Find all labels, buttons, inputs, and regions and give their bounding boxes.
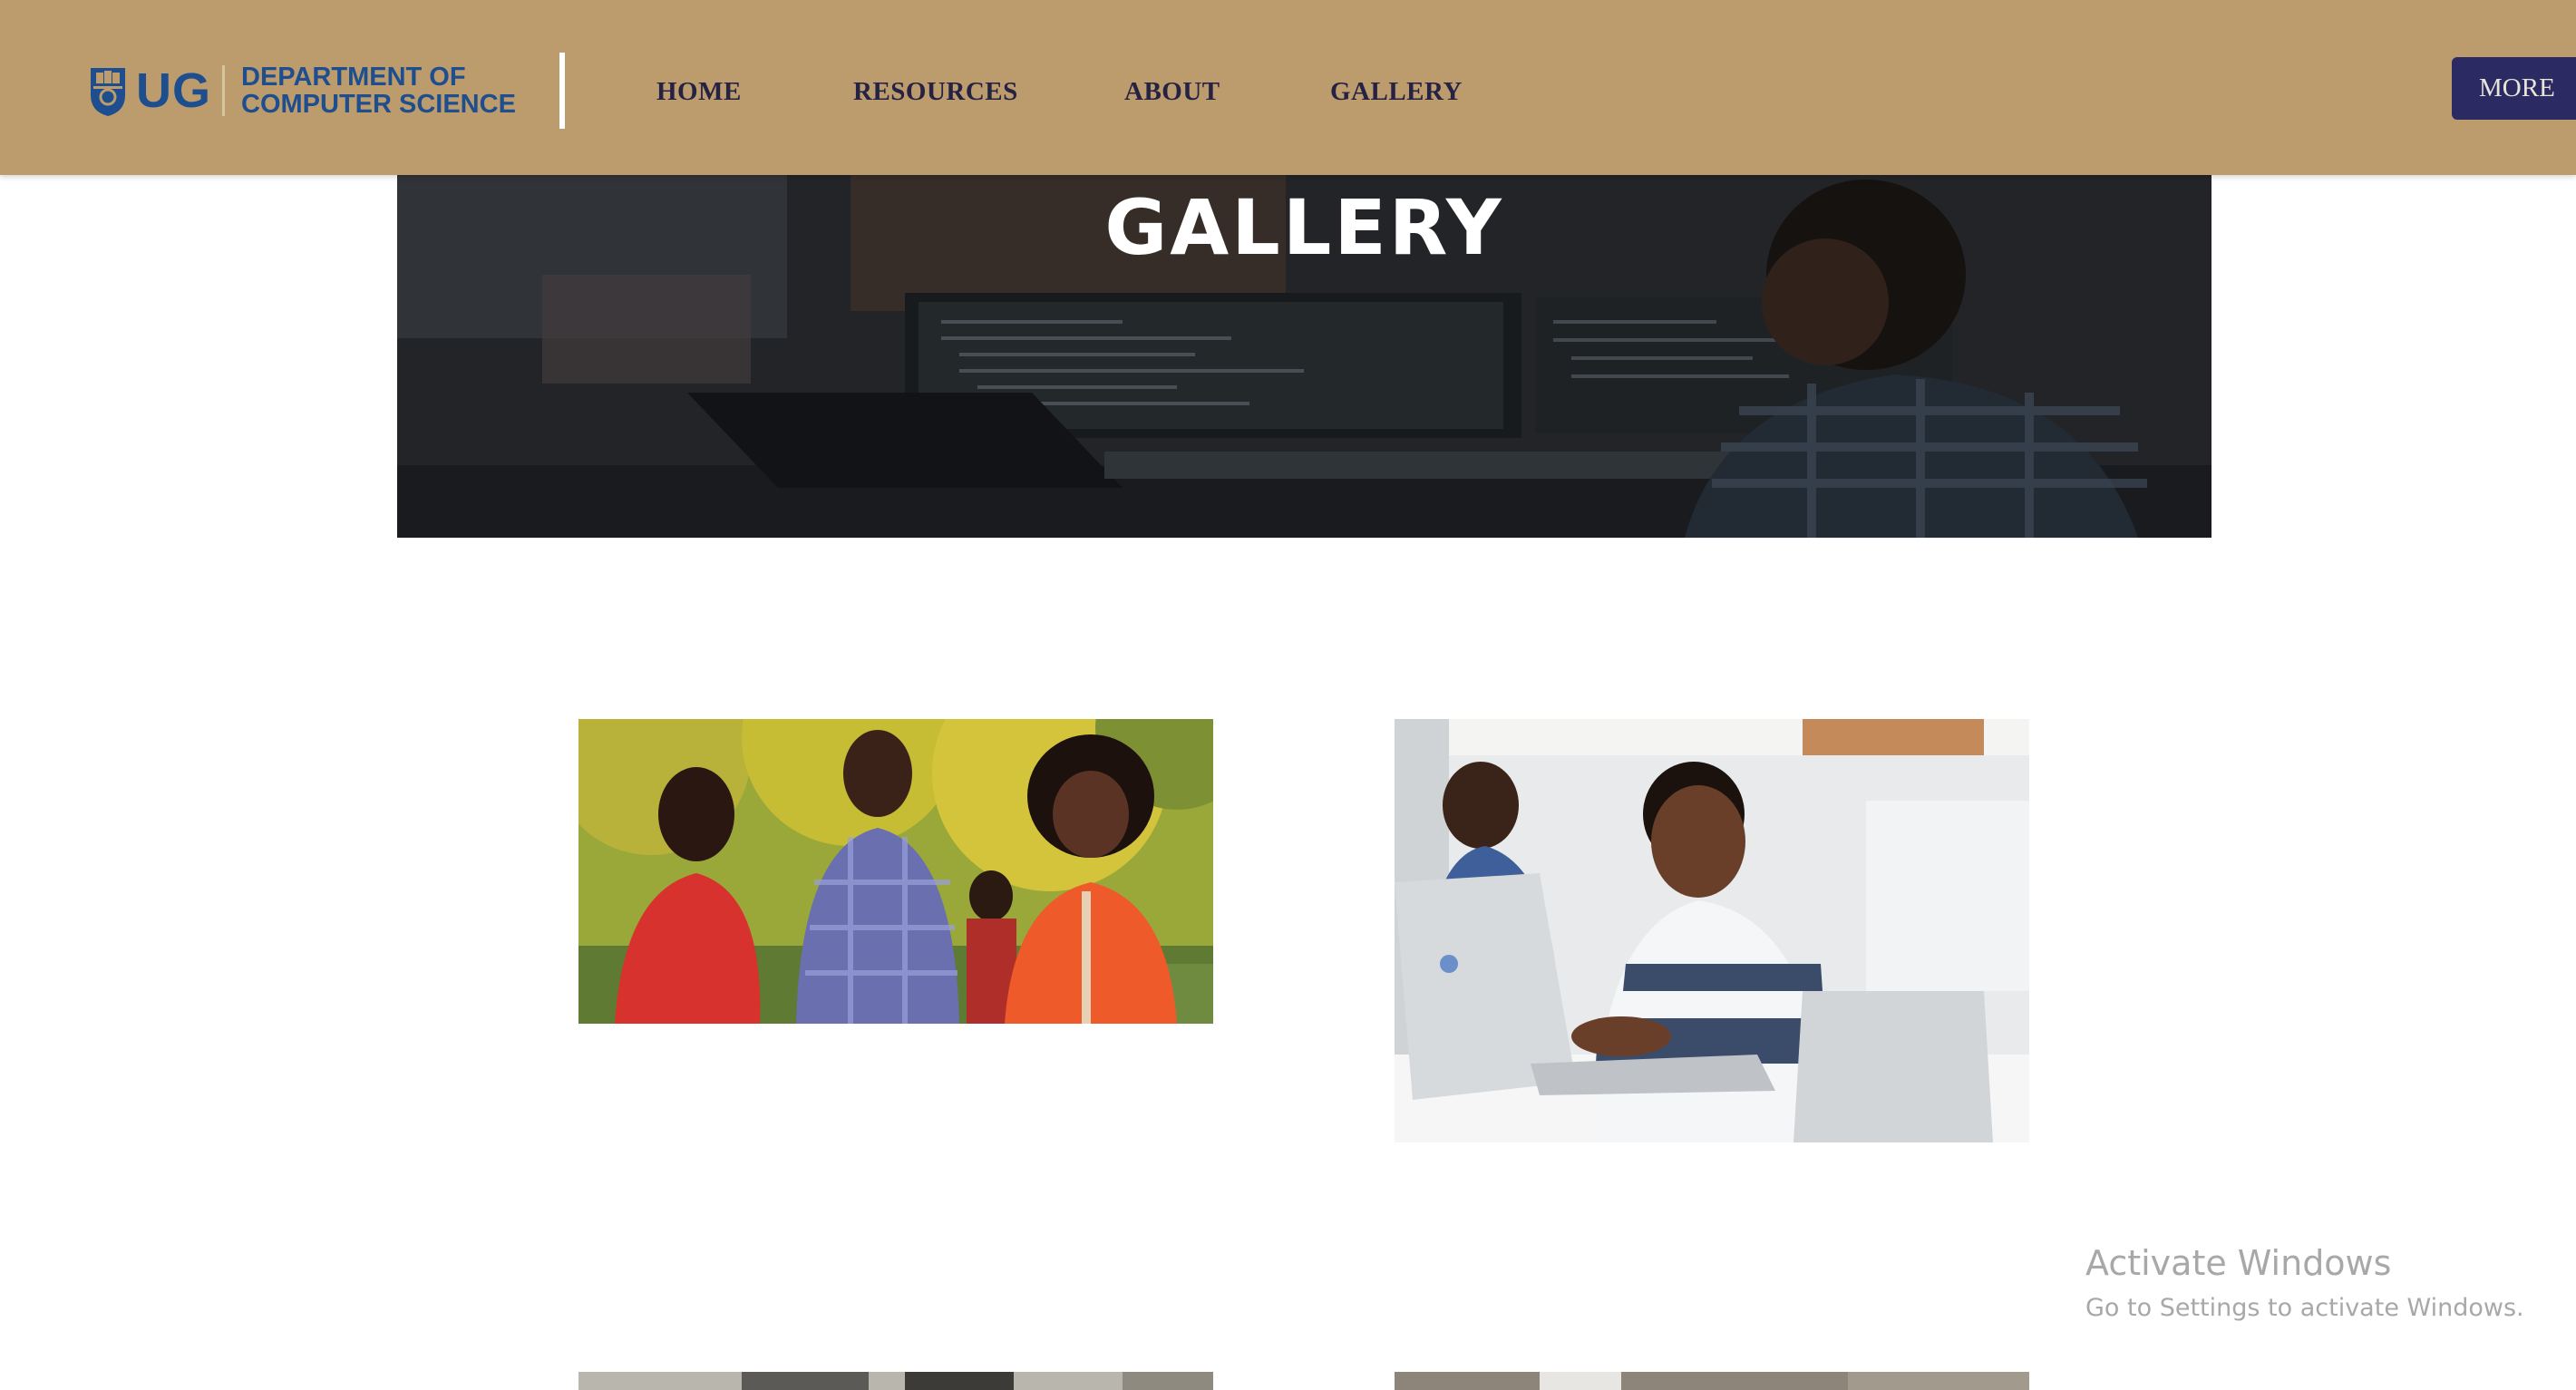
header-divider [559,53,565,129]
logo-mark: UG [136,63,211,118]
nav-about[interactable]: ABOUT [1124,76,1220,107]
student-laptop-image [1395,719,2029,1142]
logo-department-name: DEPARTMENT OF COMPUTER SCIENCE [241,63,516,119]
activate-windows-subtitle: Go to Settings to activate Windows. [2085,1294,2524,1322]
gallery-photo-room[interactable] [1395,1372,2029,1390]
activate-windows-title: Activate Windows [2085,1243,2392,1283]
nav-resources[interactable]: RESOURCES [853,76,1018,107]
gallery-photo-student-laptop[interactable] [1395,719,2029,1142]
site-header: UG DEPARTMENT OF COMPUTER SCIENCE HOME R… [0,0,2576,175]
page-title: GALLERY [1104,183,1504,272]
ug-crest-icon [91,68,125,116]
students-talking-image [578,719,1213,1024]
nav-home[interactable]: HOME [656,76,742,107]
gallery-photo-students-talking[interactable] [578,719,1213,1024]
logo-separator [222,65,225,116]
more-button[interactable]: MORE [2452,57,2576,120]
site-logo[interactable]: UG DEPARTMENT OF COMPUTER SCIENCE [89,63,516,118]
building-image [578,1372,1213,1390]
hero-banner: GALLERY [397,175,2211,538]
nav-gallery[interactable]: GALLERY [1330,76,1463,107]
gallery-photo-building[interactable] [578,1372,1213,1390]
room-image [1395,1372,2029,1390]
